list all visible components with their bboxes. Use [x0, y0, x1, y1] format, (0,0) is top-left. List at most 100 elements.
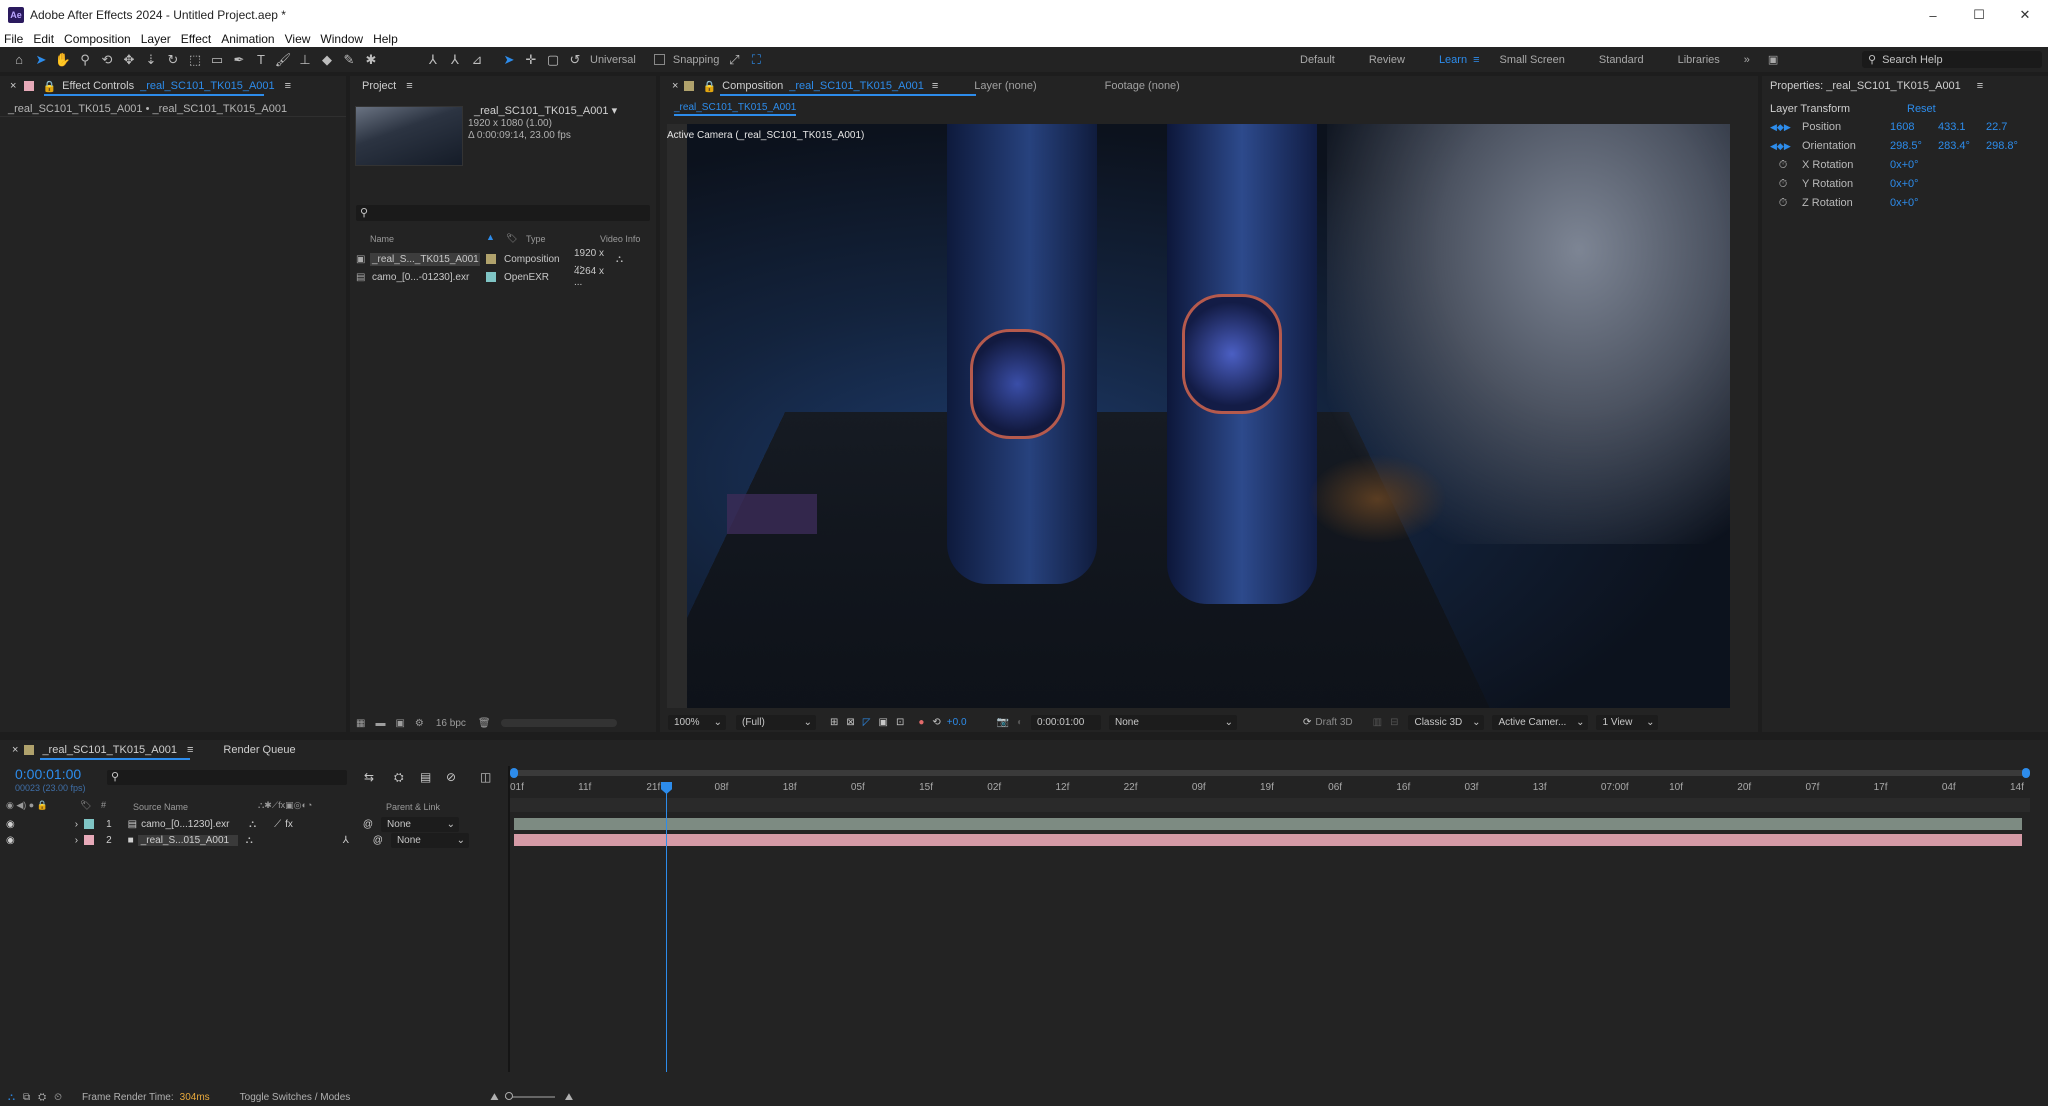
orientation-x[interactable]: 298.5°: [1890, 140, 1938, 152]
menu-layer[interactable]: Layer: [141, 32, 171, 46]
in-out-icon[interactable]: ⛭: [38, 1092, 46, 1103]
render-queue-tab[interactable]: Render Queue: [223, 744, 295, 756]
expand-chevron-icon[interactable]: ›: [75, 835, 78, 846]
layer-bar-real[interactable]: [514, 834, 2022, 846]
gizmo-rotate-icon[interactable]: ↺: [564, 50, 586, 70]
comp-mini-flowchart-icon[interactable]: ⇆: [364, 770, 374, 784]
zoom-dropdown[interactable]: 100% ⌄: [668, 715, 726, 730]
frame-blending-icon[interactable]: ⊘: [446, 770, 456, 784]
snapping-checkbox[interactable]: [654, 54, 665, 65]
snapping-toggle[interactable]: Snapping: [654, 54, 724, 66]
eye-icon[interactable]: ◉: [6, 835, 15, 846]
layer-name[interactable]: camo_[0...1230].exr: [141, 819, 241, 830]
zoom-in-icon[interactable]: ⛰: [565, 1092, 573, 1103]
lock-icon[interactable]: 🔒: [702, 80, 716, 93]
panel-menu-icon[interactable]: ≡: [1977, 80, 1983, 92]
stopwatch-icon[interactable]: ⏱: [1770, 178, 1796, 191]
effect-controls-comp[interactable]: _real_SC101_TK015_A001: [140, 80, 275, 92]
fast-previews-icon[interactable]: ⊞: [830, 717, 838, 728]
work-area-bar[interactable]: [510, 770, 2030, 776]
col-parent-link[interactable]: Parent & Link: [386, 802, 440, 812]
selection-tool-icon[interactable]: ➤: [30, 50, 52, 70]
x-rotation-value[interactable]: 0x+0°: [1890, 159, 1919, 171]
transfer-controls-icon[interactable]: ⧉: [23, 1092, 30, 1103]
menu-edit[interactable]: Edit: [33, 32, 54, 46]
hand-tool-icon[interactable]: ✋: [52, 50, 74, 70]
pan-tool-icon[interactable]: ✥: [118, 50, 140, 70]
keyframe-nav-icon[interactable]: ◀◆▶: [1770, 141, 1796, 152]
minimize-button[interactable]: –: [1910, 0, 1956, 30]
layer-bar-camo[interactable]: [514, 818, 2022, 830]
bpc-label[interactable]: 16 bpc: [436, 718, 466, 729]
flowchart-icon[interactable]: ⛬: [616, 254, 623, 265]
renderer-dropdown[interactable]: Classic 3D ⌄: [1408, 715, 1484, 730]
work-area-start-handle[interactable]: [510, 768, 518, 778]
axis-world-icon[interactable]: ⅄: [444, 50, 466, 70]
clone-stamp-icon[interactable]: ⊥: [294, 50, 316, 70]
roto-brush-icon[interactable]: ✎: [338, 50, 360, 70]
brush-tool-icon[interactable]: 🖌: [272, 50, 294, 70]
trash-icon[interactable]: 🗑: [478, 718, 491, 729]
composition-tab[interactable]: Composition: [722, 80, 783, 92]
gizmo-move-icon[interactable]: ✛: [520, 50, 542, 70]
pick-whip-icon[interactable]: @: [363, 819, 373, 830]
workspace-default[interactable]: Default: [1300, 54, 1335, 66]
label-swatch[interactable]: [84, 835, 94, 845]
label-column-icon[interactable]: 🏷: [506, 233, 517, 244]
parent-dropdown[interactable]: None ⌄: [381, 817, 459, 832]
menu-animation[interactable]: Animation: [221, 32, 274, 46]
rectangle-tool-icon[interactable]: ▭: [206, 50, 228, 70]
show-snapshot-icon[interactable]: ◐: [1017, 717, 1023, 728]
graph-editor-icon[interactable]: ◫: [480, 770, 491, 784]
type-tool-icon[interactable]: T: [250, 50, 272, 70]
render-time-icon[interactable]: ⏲: [54, 1092, 62, 1103]
axis-local-icon[interactable]: ⅄: [422, 50, 444, 70]
3d-layer-icon[interactable]: ⅄: [343, 835, 349, 846]
pen-tool-icon[interactable]: ✒: [228, 50, 250, 70]
stopwatch-icon[interactable]: ⏱: [1770, 197, 1796, 210]
menu-file[interactable]: File: [4, 32, 23, 46]
timeline-timecode[interactable]: 0:00:01:00: [15, 766, 81, 782]
timeline-search-input[interactable]: ⚲: [107, 770, 347, 785]
workspace-overflow-icon[interactable]: »: [1744, 54, 1750, 66]
snap-options-icon[interactable]: ⤢: [723, 50, 745, 70]
project-row[interactable]: ▣ _real_S..._TK015_A001 Composition 1920…: [356, 251, 654, 267]
col-name[interactable]: Name: [370, 234, 394, 244]
transparency-grid-icon[interactable]: ⊠: [846, 717, 854, 728]
close-tab-icon[interactable]: ×: [10, 80, 16, 92]
menu-composition[interactable]: Composition: [64, 32, 131, 46]
current-time-display[interactable]: 0:00:01:00: [1031, 715, 1101, 730]
gizmo-scale-icon[interactable]: ▢: [542, 50, 564, 70]
toggle-switches-modes[interactable]: Toggle Switches / Modes: [240, 1092, 351, 1103]
axis-view-icon[interactable]: ⊿: [466, 50, 488, 70]
region-of-interest-icon[interactable]: ▣: [878, 717, 887, 728]
channels-icon[interactable]: ●: [918, 717, 924, 728]
exposure-reset-icon[interactable]: ⟲: [932, 717, 940, 728]
hide-shy-icon[interactable]: ▤: [420, 770, 431, 784]
thumbnail-size-slider[interactable]: [501, 719, 617, 727]
stopwatch-icon[interactable]: ⏱: [1770, 159, 1796, 172]
resolution-dropdown[interactable]: (Full) ⌄: [736, 715, 816, 730]
timeline-tab[interactable]: _real_SC101_TK015_A001: [42, 744, 177, 756]
exposure-value[interactable]: +0.0: [947, 717, 967, 728]
snapshot-icon[interactable]: 📷: [997, 717, 1009, 728]
panel-menu-icon[interactable]: ≡: [285, 80, 291, 92]
zoom-tool-icon[interactable]: ⚲: [74, 50, 96, 70]
rotate-tool-icon[interactable]: ↻: [162, 50, 184, 70]
new-folder-icon[interactable]: ▬: [375, 718, 385, 729]
layer-name[interactable]: _real_S...015_A001: [138, 835, 238, 846]
quality-switch-icon[interactable]: ⟋: [274, 819, 281, 830]
timeline-zoom-slider[interactable]: [505, 1096, 555, 1098]
search-help-input[interactable]: ⚲ Search Help: [1862, 51, 2042, 68]
position-x[interactable]: 1608: [1890, 121, 1938, 133]
close-button[interactable]: ✕: [2002, 0, 2048, 30]
eraser-tool-icon[interactable]: ◆: [316, 50, 338, 70]
grid-guides-icon[interactable]: ⊡: [896, 717, 904, 728]
z-rotation-value[interactable]: 0x+0°: [1890, 197, 1919, 209]
chevron-down-icon[interactable]: ▾: [612, 105, 618, 117]
workspace-learn[interactable]: Learn: [1439, 54, 1467, 66]
comp-viewer-image[interactable]: [687, 124, 1730, 708]
collapse-switch-icon[interactable]: ⛬: [249, 819, 256, 830]
view-layout-dropdown[interactable]: 1 View ⌄: [1596, 715, 1658, 730]
adjust-settings-icon[interactable]: ⚙: [415, 718, 424, 729]
